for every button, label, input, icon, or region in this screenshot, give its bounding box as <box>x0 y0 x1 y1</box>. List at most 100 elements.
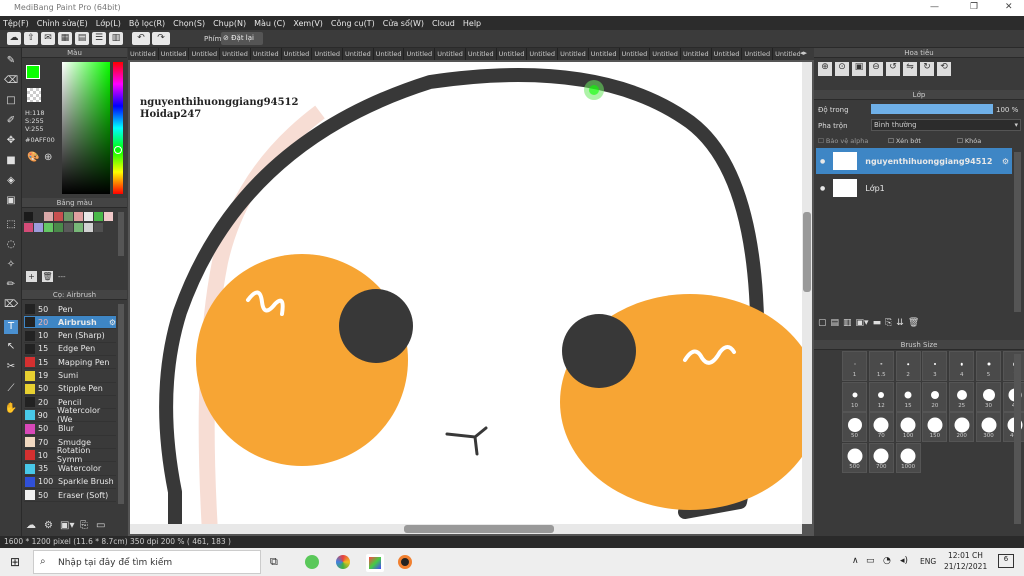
duplicate-layer-icon[interactable]: ⎘ <box>885 318 892 332</box>
document-tab[interactable]: Untitled <box>712 48 743 60</box>
visibility-icon[interactable]: ● <box>820 158 825 165</box>
document-tab[interactable]: Untitled <box>650 48 681 60</box>
brush-item[interactable]: 10 Rotation Symm <box>24 446 116 464</box>
document-tab[interactable]: Untitled <box>466 48 497 60</box>
palette-swatch[interactable] <box>44 212 53 221</box>
clock-time[interactable]: 12:01 CH <box>948 551 983 560</box>
palette-swatch[interactable] <box>94 222 103 232</box>
eyedropper-icon[interactable]: ⟋ <box>4 382 18 396</box>
page-icon[interactable]: ▤ <box>75 32 89 45</box>
brush-size-option[interactable]: 2 <box>895 351 921 381</box>
palette-swatch[interactable] <box>64 222 73 232</box>
tabs-scroll-icon[interactable]: ◂▸ <box>800 49 814 59</box>
menu-item[interactable]: Xem(V) <box>293 19 323 28</box>
gradient-tool-icon[interactable]: ▣ <box>4 194 18 208</box>
blend-select[interactable]: Bình thường ▾ <box>871 119 1021 131</box>
zoom-out-icon[interactable]: ⊖ <box>869 62 883 76</box>
document-tab[interactable]: Untitled <box>589 48 620 60</box>
brush-size-option[interactable]: 700 <box>868 442 894 473</box>
new-layer-8bit-icon[interactable]: ▤ <box>831 318 840 332</box>
brush-size-option[interactable]: 4 <box>949 351 975 381</box>
brush-size-option[interactable]: 15 <box>895 381 921 412</box>
document-tab[interactable]: Untitled <box>343 48 374 60</box>
brush-size-option[interactable]: 50 <box>842 412 867 442</box>
brush-size-option[interactable]: 12 <box>868 381 894 412</box>
palette-swatch[interactable] <box>34 212 43 221</box>
layer-row[interactable]: ● Lớp1 <box>816 175 1012 201</box>
brush-item[interactable]: 50 Eraser (Soft) <box>24 489 116 503</box>
brush-item[interactable]: 10 Pen (Sharp) <box>24 330 116 343</box>
brush-item[interactable]: 50 Blur <box>24 423 116 436</box>
brush-item[interactable]: 50 Stipple Pen <box>24 383 116 396</box>
select-eraser-icon[interactable]: ⌦ <box>4 298 18 312</box>
pen-tool-icon[interactable]: ✐ <box>4 114 18 128</box>
menu-item[interactable]: Tệp(F) <box>3 19 29 28</box>
menu-item[interactable]: Chọn(S) <box>173 19 205 28</box>
brush-size-option[interactable]: 300 <box>976 412 1001 442</box>
document-tab[interactable]: Untitled <box>128 48 159 60</box>
menu-item[interactable]: Lớp(L) <box>96 19 121 28</box>
drawing-canvas[interactable]: nguyenthihuonggiang94512 Hoidap247 <box>130 62 802 524</box>
document-tab[interactable]: Untitled <box>282 48 313 60</box>
foreground-color[interactable] <box>26 65 40 79</box>
visibility-icon[interactable]: ● <box>820 185 825 192</box>
reset-button[interactable]: ⊘ Đặt lại <box>221 32 263 45</box>
close-button[interactable]: ✕ <box>1005 2 1013 12</box>
menu-item[interactable]: Cửa sổ(W) <box>383 19 424 28</box>
document-tab[interactable]: Untitled <box>742 48 774 60</box>
redo-icon[interactable]: ↷ <box>152 32 170 45</box>
document-tab[interactable]: Untitled <box>312 48 344 60</box>
brush-dropdown-icon[interactable]: ▣▾ <box>60 520 78 532</box>
menu-item[interactable]: Cloud <box>432 19 455 28</box>
merge-layer-icon[interactable]: ⇊ <box>896 318 904 332</box>
undo-icon[interactable]: ↶ <box>132 32 150 45</box>
brush-size-option[interactable]: 100 <box>895 412 921 442</box>
brush-item[interactable]: 100 Sparkle Brush <box>24 476 116 489</box>
brush-size-option[interactable]: 150 <box>922 412 948 442</box>
protect-alpha-checkbox[interactable]: ☐ Bảo vệ alpha <box>818 137 868 145</box>
eraser-tool-icon[interactable]: ⌫ <box>4 74 18 88</box>
select-rect-icon[interactable]: ⬚ <box>4 218 18 232</box>
brush-folder-icon[interactable]: ▭ <box>96 520 108 532</box>
reset-view-icon[interactable]: ⟲ <box>937 62 951 76</box>
brush-size-option[interactable]: 10 <box>842 381 867 412</box>
menu-item[interactable]: Công cụ(T) <box>331 19 375 28</box>
brush-tool-icon[interactable]: ✎ <box>4 54 18 68</box>
lock-checkbox[interactable]: ☐ Khóa <box>957 137 981 145</box>
windows-start-icon[interactable]: ⊞ <box>10 555 24 569</box>
add-layer-menu-icon[interactable]: ▣▾ <box>856 318 869 332</box>
divide-tool-icon[interactable]: ✂ <box>4 360 18 374</box>
rect-tool-icon[interactable]: □ <box>4 94 18 108</box>
menu-item[interactable]: Bộ lọc(R) <box>129 19 165 28</box>
folder-icon[interactable]: ▬ <box>873 318 882 332</box>
document-tab[interactable]: Untitled <box>681 48 712 60</box>
battery-icon[interactable]: ▭ <box>866 556 875 566</box>
canvas-hscroll[interactable] <box>130 524 802 534</box>
brush-item[interactable]: 90 Watercolor (We <box>24 406 116 424</box>
palette-swatch[interactable] <box>74 212 83 221</box>
add-brush-icon[interactable]: ☁ <box>26 520 38 532</box>
comment-icon[interactable]: ✉ <box>41 32 55 45</box>
zoom-fit-icon[interactable]: ⊙ <box>835 62 849 76</box>
cloud-icon[interactable]: ☁ <box>7 32 21 45</box>
tray-chevron-icon[interactable]: ∧ <box>852 556 859 566</box>
text-tool-icon[interactable]: T <box>4 320 18 334</box>
brush-copy-icon[interactable]: ⎘ <box>80 520 92 532</box>
flip-icon[interactable]: ⇋ <box>903 62 917 76</box>
task-view-icon[interactable]: ⧉ <box>270 555 278 569</box>
lasso-icon[interactable]: ◌ <box>4 238 18 252</box>
palette-scrollbar[interactable] <box>118 212 124 256</box>
palette-swatch[interactable] <box>54 212 63 221</box>
opacity-slider[interactable] <box>871 104 993 114</box>
brush-size-option[interactable]: 1000 <box>895 442 921 473</box>
palette-icon[interactable]: 🎨 <box>27 152 39 163</box>
palette-add-icon[interactable]: ⊕ <box>44 152 52 163</box>
bucket-tool-icon[interactable]: ◈ <box>4 174 18 188</box>
hue-slider[interactable] <box>113 62 123 194</box>
brush-size-option[interactable]: 25 <box>949 381 975 412</box>
layer-row[interactable]: ● nguyenthihuonggiang94512 ⚙ <box>816 148 1012 174</box>
brush-size-option[interactable]: 500 <box>842 442 867 473</box>
menu-item[interactable]: Chỉnh sửa(E) <box>37 19 88 28</box>
fill-rect-tool-icon[interactable]: ■ <box>4 154 18 168</box>
brush-size-option[interactable]: 3 <box>922 351 948 381</box>
